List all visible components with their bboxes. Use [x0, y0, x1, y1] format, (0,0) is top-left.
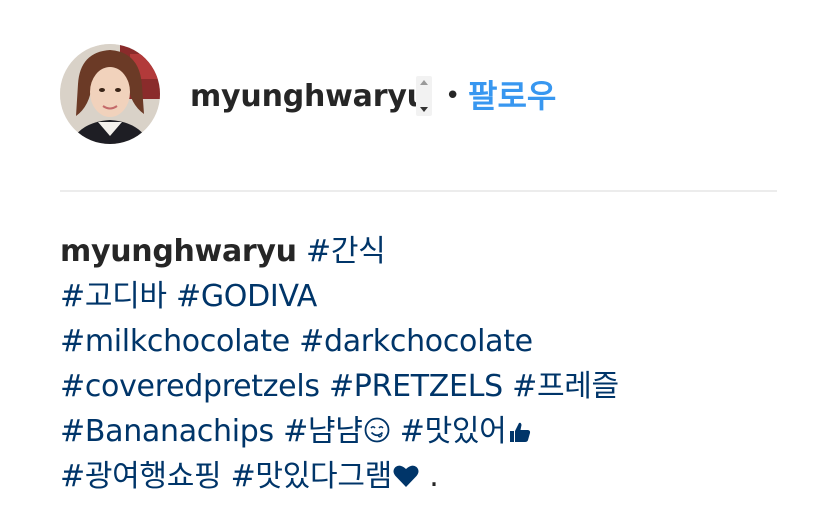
thumbs-up-icon [509, 422, 530, 442]
spinner-up-icon[interactable] [420, 80, 428, 85]
hashtag-link[interactable]: #Bananachips [60, 414, 274, 449]
header-username-link[interactable]: myunghwaryu [190, 79, 428, 115]
caption-line: #고디바 #GODIVA [60, 274, 776, 319]
hashtag-link[interactable]: #냠냠 [283, 414, 363, 449]
hashtag-link[interactable]: #간식 [306, 234, 386, 269]
hashtag-link[interactable]: #맛있어 [400, 414, 507, 449]
hashtag-link[interactable]: #darkchocolate [299, 324, 533, 359]
caption-trailing-text: . [429, 459, 439, 494]
yum-face-icon [364, 417, 389, 443]
post-header: myunghwaryu • 팔로우 [60, 44, 776, 144]
caption-line: myunghwaryu #간식 [60, 229, 776, 274]
spinner-control[interactable] [416, 76, 432, 116]
profile-photo [60, 44, 160, 144]
follow-button[interactable]: 팔로우 [468, 77, 556, 115]
caption-line: #광여행쇼핑 #맛있다그램 . [60, 454, 776, 499]
hashtag-link[interactable]: #프레즐 [512, 369, 619, 404]
caption-line: #coveredpretzels #PRETZELS #프레즐 [60, 364, 776, 409]
hashtag-link[interactable]: #맛있다그램 [231, 459, 393, 494]
hashtag-link[interactable]: #고디바 [60, 279, 167, 314]
post-caption: myunghwaryu #간식 #고디바 #GODIVA #milkchocol… [60, 229, 776, 499]
avatar[interactable] [60, 44, 160, 144]
caption-line: #milkchocolate #darkchocolate [60, 319, 776, 364]
caption-line: #Bananachips #냠냠 #맛있어 [60, 409, 776, 454]
hashtag-link[interactable]: #GODIVA [176, 279, 317, 314]
spinner-down-icon[interactable] [420, 107, 428, 112]
heart-icon [393, 465, 419, 487]
caption-username-link[interactable]: myunghwaryu [60, 234, 297, 269]
separator-dot: • [445, 81, 461, 111]
divider [60, 190, 777, 192]
hashtag-link[interactable]: #milkchocolate [60, 324, 290, 359]
hashtag-link[interactable]: #PRETZELS [329, 369, 503, 404]
hashtag-link[interactable]: #광여행쇼핑 [60, 459, 222, 494]
hashtag-link[interactable]: #coveredpretzels [60, 369, 320, 404]
